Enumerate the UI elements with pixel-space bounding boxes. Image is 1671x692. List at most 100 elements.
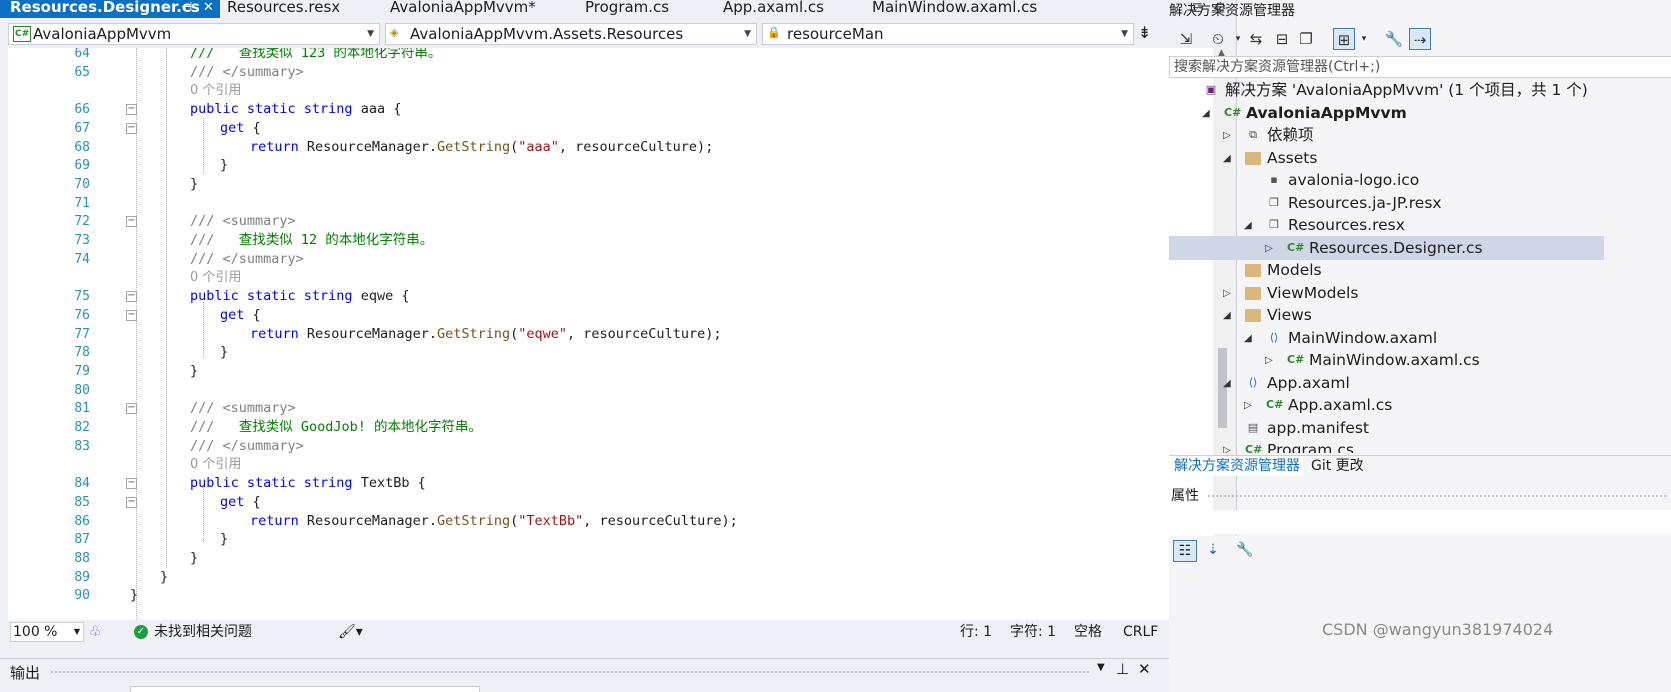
line-indicator[interactable]: 行: 1	[960, 620, 992, 644]
copy-icon[interactable]: ❐	[1295, 28, 1317, 50]
tab-avaloniaappmvvm[interactable]: AvaloniaAppMvvm*	[390, 0, 570, 18]
tab-resources-resx[interactable]: Resources.resx	[227, 0, 377, 18]
tree-item[interactable]: ▣ 解决方案 'AvaloniaAppMvvm' (1 个项目，共 1 个)	[1169, 78, 1604, 102]
drag-grip[interactable]	[1207, 494, 1667, 498]
wrench-icon[interactable]: 🔧	[1383, 28, 1405, 50]
indent-guide	[203, 118, 204, 173]
tree-item[interactable]: ▷ C# App.axaml.cs	[1169, 393, 1604, 417]
expanded-arrow-icon[interactable]: ◢	[1244, 327, 1252, 351]
sync-icon[interactable]: ⇆	[1245, 28, 1267, 50]
tree-item[interactable]: ◢ ⟨⟩ App.axaml	[1169, 371, 1604, 395]
show-all-files-icon[interactable]: ⊞	[1333, 28, 1355, 50]
code-token: TextBb {	[352, 475, 426, 492]
expanded-arrow-icon[interactable]: ◢	[1202, 102, 1210, 126]
expand-arrow-icon[interactable]: ▷	[1223, 439, 1231, 453]
code-token: return	[250, 325, 299, 342]
tab-mainwindow-axaml-cs[interactable]: MainWindow.axaml.cs	[872, 0, 1062, 18]
drag-grip[interactable]	[50, 670, 1090, 674]
tree-item-label: Views	[1267, 306, 1312, 324]
pin-icon[interactable]: ⊥	[1116, 660, 1129, 678]
type-dropdown[interactable]: ◈ AvaloniaAppMvvm.Assets.Resources ▼	[385, 23, 757, 45]
tree-item[interactable]: ▷ ViewModels	[1169, 281, 1604, 305]
line-number: 71	[74, 195, 90, 211]
char-indicator[interactable]: 字符: 1	[1010, 620, 1056, 644]
tree-item[interactable]: ▷ ⧉ 依赖项	[1169, 123, 1604, 147]
tab-git-changes[interactable]: Git 更改	[1311, 456, 1364, 476]
tree-item-label: MainWindow.axaml.cs	[1309, 351, 1480, 369]
expand-arrow-icon[interactable]: ▷	[1223, 124, 1231, 148]
tree-item[interactable]: ❐ Resources.ja-JP.resx	[1169, 191, 1604, 215]
codelens-references[interactable]: 0 个引用	[190, 457, 241, 472]
pin-icon[interactable]: ⊣	[181, 0, 192, 15]
folder-icon	[1245, 151, 1261, 165]
expand-arrow-icon[interactable]: ▷	[1265, 237, 1273, 261]
tree-item[interactable]: ▤ app.manifest	[1169, 416, 1604, 440]
member-dropdown[interactable]: 🔒 resourceMan ▼	[762, 23, 1134, 45]
expand-arrow-icon[interactable]: ▷	[1265, 349, 1273, 373]
solution-search-input[interactable]: 搜索解决方案资源管理器(Ctrl+;)	[1169, 56, 1671, 78]
tree-item[interactable]: ▷ C# MainWindow.axaml.cs	[1169, 348, 1604, 372]
tab-app-axaml-cs[interactable]: App.axaml.cs	[723, 0, 858, 18]
expanded-arrow-icon[interactable]: ◢	[1223, 372, 1231, 396]
project-dropdown[interactable]: C# AvaloniaAppMvvm ▼	[8, 23, 380, 45]
fold-toggle-icon[interactable]: −	[126, 291, 137, 303]
alphabetical-icon[interactable]: ⇣	[1201, 540, 1225, 562]
expanded-arrow-icon[interactable]: ◢	[1223, 147, 1231, 171]
tree-item[interactable]: ◢ Assets	[1169, 146, 1604, 170]
code-line: }	[220, 156, 228, 175]
tree-item[interactable]: ◢ ❐ Resources.resx	[1169, 213, 1604, 237]
properties-object-selector[interactable]	[1169, 510, 1671, 534]
chevron-down-icon: ▼	[73, 627, 80, 636]
expanded-arrow-icon[interactable]: ◢	[1244, 214, 1252, 238]
zoom-dropdown[interactable]: 100 % ▼	[10, 622, 84, 642]
tree-item[interactable]: ▷ C# Program.cs	[1169, 438, 1604, 453]
preview-selected-icon[interactable]: ⇢	[1409, 28, 1431, 50]
tree-item-label: App.axaml	[1267, 373, 1350, 392]
tree-item[interactable]: ◢ ⟨⟩ MainWindow.axaml	[1169, 326, 1604, 350]
expand-arrow-icon[interactable]: ▷	[1244, 394, 1252, 418]
tab-resources-designer-cs[interactable]: Resources.Designer.cs ⊣ ✕	[0, 0, 220, 18]
code-cleanup-icon[interactable]: 🖌▾	[338, 620, 363, 644]
code-editor[interactable]: 64 /// 查找类似 123 的本地化字符串。 65 /// </summary> 0…	[8, 48, 1218, 620]
line-number: 78	[74, 345, 90, 361]
expand-arrow-icon[interactable]: ▷	[1223, 282, 1231, 306]
tree-item[interactable]: ◢ Views	[1169, 303, 1604, 327]
tree-item[interactable]: ▷ C# Resources.Designer.cs	[1169, 235, 1604, 261]
codelens-references[interactable]: 0 个引用	[190, 83, 241, 98]
close-icon[interactable]: ✕	[203, 0, 214, 15]
fold-toggle-icon[interactable]: −	[126, 478, 137, 490]
fold-toggle-icon[interactable]: −	[126, 216, 137, 228]
collapse-all-icon[interactable]: ⊟	[1271, 28, 1293, 50]
chevron-down-icon[interactable]: ▾	[1353, 28, 1375, 50]
close-icon[interactable]: ✕	[1138, 660, 1151, 678]
line-number: 82	[74, 420, 90, 435]
property-pages-icon[interactable]: 🔧	[1233, 540, 1257, 562]
tree-item-label: Resources.Designer.cs	[1309, 238, 1483, 257]
history-icon[interactable]: ⏲	[1207, 28, 1229, 50]
line-ending-indicator[interactable]: CRLF	[1123, 620, 1158, 644]
switch-views-icon[interactable]: ⇲	[1175, 28, 1197, 50]
tree-item[interactable]: ▪ avalonia-logo.ico	[1169, 168, 1604, 192]
output-source-dropdown[interactable]	[130, 686, 480, 692]
intellicode-icon[interactable]: ♧	[89, 620, 102, 644]
expanded-arrow-icon[interactable]: ◢	[1223, 304, 1231, 328]
tab-solution-explorer[interactable]: 解决方案资源管理器	[1171, 456, 1303, 476]
chevron-down-icon[interactable]: ▼	[1097, 662, 1105, 673]
tree-item[interactable]: ◢ C# AvaloniaAppMvvm	[1169, 101, 1604, 125]
fold-toggle-icon[interactable]: −	[126, 104, 137, 116]
line-number: 83	[74, 438, 90, 454]
tree-item[interactable]: Models	[1169, 258, 1604, 282]
issues-status[interactable]: 未找到相关问题	[154, 620, 252, 644]
codelens-references[interactable]: 0 个引用	[190, 270, 241, 285]
whitespace-indicator[interactable]: 空格	[1074, 620, 1102, 644]
fold-toggle-icon[interactable]: −	[126, 309, 137, 321]
fold-toggle-icon[interactable]: −	[126, 122, 137, 134]
split-window-icon[interactable]: ⇟	[1138, 23, 1151, 42]
folder-icon	[1245, 309, 1261, 322]
fold-toggle-icon[interactable]: −	[126, 496, 137, 508]
line-number: 86	[74, 513, 90, 529]
axaml-file-icon: ⟨⟩	[1269, 330, 1279, 344]
fold-toggle-icon[interactable]: −	[126, 403, 137, 415]
tab-program-cs[interactable]: Program.cs	[585, 0, 705, 18]
categorized-icon[interactable]: ☷	[1173, 540, 1197, 562]
